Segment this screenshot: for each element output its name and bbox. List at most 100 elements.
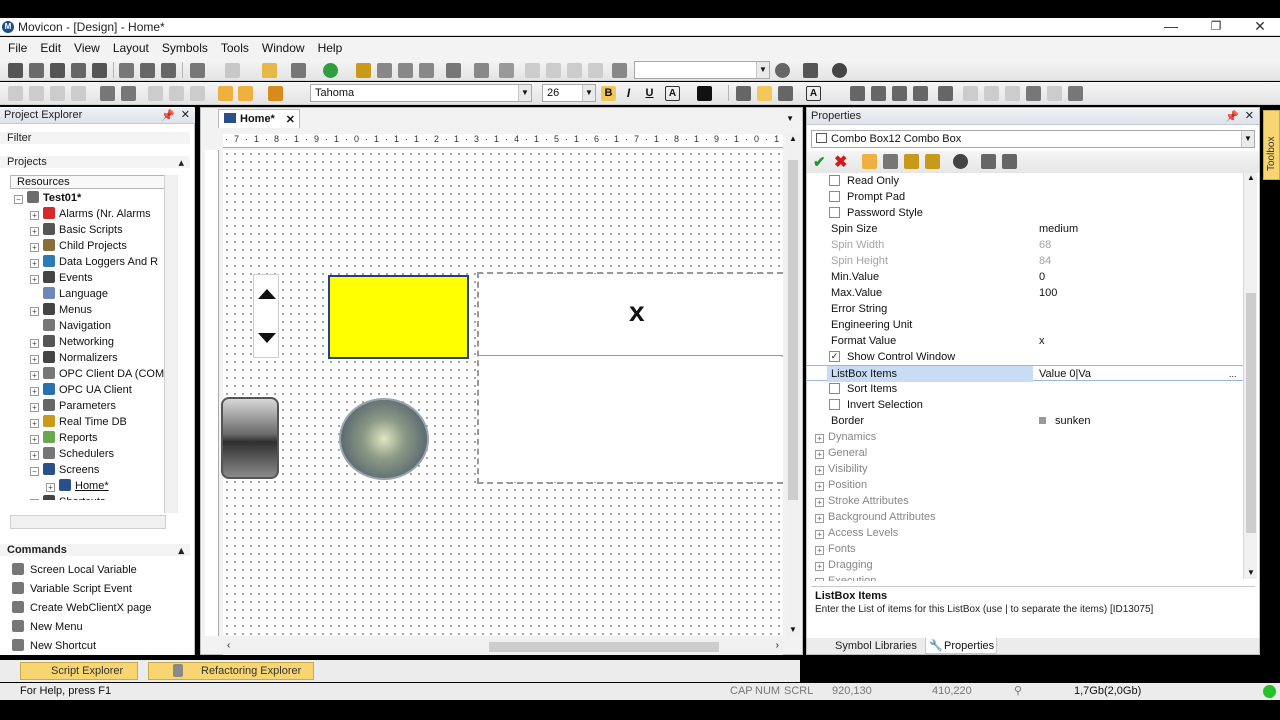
bold-button[interactable]: B <box>601 86 616 101</box>
expand-toggle-icon[interactable]: + <box>30 275 39 284</box>
cancel-x-icon[interactable]: ✖ <box>834 152 847 172</box>
search-icon[interactable] <box>775 63 790 78</box>
combo-box[interactable]: x <box>477 272 783 484</box>
flip-icon[interactable] <box>892 86 907 101</box>
group-icon[interactable] <box>100 86 115 101</box>
property-row[interactable]: Invert Selection <box>807 397 1245 413</box>
text-align-right-icon[interactable] <box>778 86 793 101</box>
filter-section[interactable]: Filter <box>0 132 190 144</box>
build-icon[interactable] <box>291 63 306 78</box>
canvas-horizontal-scrollbar[interactable]: ‹ › <box>223 639 783 655</box>
snap-icon[interactable] <box>238 86 253 101</box>
property-row[interactable]: Sort Items <box>807 381 1245 397</box>
tree-item[interactable]: + Reports <box>30 430 98 446</box>
yellow-rectangle[interactable] <box>328 275 469 359</box>
property-group[interactable]: + Position <box>815 477 867 493</box>
scroll-thumb[interactable] <box>1246 293 1256 533</box>
screen-icon[interactable] <box>474 63 489 78</box>
property-row[interactable]: Error String <box>807 301 1245 317</box>
property-checkbox[interactable] <box>829 383 840 394</box>
tree-item[interactable]: + Parameters <box>30 398 116 414</box>
command-item[interactable]: Variable Script Event <box>12 580 132 598</box>
chevron-down-icon[interactable]: ▼ <box>582 85 595 101</box>
expand-toggle-icon[interactable]: − <box>14 195 23 204</box>
save-icon[interactable] <box>50 63 65 78</box>
undo-icon[interactable] <box>190 63 205 78</box>
text-color-icon[interactable]: A <box>665 86 680 101</box>
property-group[interactable]: + Execution <box>815 573 876 581</box>
scroll-down-icon[interactable]: ▼ <box>1247 568 1255 577</box>
combo-box-value-area[interactable]: x <box>479 274 783 356</box>
tree-item[interactable]: + Alarms (Nr. Alarms <box>30 206 151 222</box>
property-group[interactable]: + Access Levels <box>815 525 898 541</box>
spin-control[interactable] <box>253 274 279 358</box>
text-align-left-icon[interactable] <box>736 86 751 101</box>
tree-horizontal-scrollbar[interactable] <box>10 515 166 529</box>
property-group[interactable]: + Visibility <box>815 461 868 477</box>
open-icon[interactable] <box>29 63 44 78</box>
property-group[interactable]: + Dynamics <box>815 429 876 445</box>
redo-icon[interactable] <box>225 63 240 78</box>
resources-header[interactable]: Resources <box>10 175 178 189</box>
property-checkbox[interactable] <box>829 175 840 186</box>
font-name-combo[interactable]: Tahoma ▼ <box>310 84 532 102</box>
new-project-icon[interactable] <box>8 63 23 78</box>
font-size-combo[interactable]: 26 ▼ <box>542 84 596 102</box>
cut-icon[interactable] <box>119 63 134 78</box>
save-all-icon[interactable] <box>71 63 86 78</box>
expand-toggle-icon[interactable]: + <box>815 482 824 491</box>
property-pages-icon[interactable] <box>904 154 919 169</box>
property-row[interactable]: Format Value x <box>807 333 1245 349</box>
expand-toggle-icon[interactable]: + <box>815 498 824 507</box>
tool-icon[interactable] <box>377 63 392 78</box>
expand-toggle-icon[interactable]: + <box>815 434 824 443</box>
close-button[interactable]: ✕ <box>1240 18 1280 36</box>
tree-item[interactable]: + Basic Scripts <box>30 222 123 238</box>
design-canvas[interactable]: x <box>221 150 783 636</box>
tree-item[interactable]: + Events <box>30 270 93 286</box>
property-row[interactable]: Min.Value 0 <box>807 269 1245 285</box>
ellipsis-button[interactable]: ... <box>1229 366 1237 382</box>
expand-toggle-icon[interactable]: + <box>30 451 39 460</box>
help-icon[interactable] <box>832 63 847 78</box>
property-row[interactable]: Prompt Pad <box>807 189 1245 205</box>
tree-vertical-scrollbar[interactable] <box>164 175 178 513</box>
rotate2-icon[interactable] <box>871 86 886 101</box>
comments-icon[interactable] <box>925 154 940 169</box>
expand-toggle-icon[interactable]: + <box>815 578 824 581</box>
expand-toggle-icon[interactable]: + <box>30 435 39 444</box>
categorized-icon[interactable] <box>862 154 877 169</box>
tree-item[interactable]: + OPC UA Client <box>30 382 132 398</box>
property-row[interactable]: Read Only <box>807 173 1245 189</box>
expand-toggle-icon[interactable]: + <box>30 307 39 316</box>
menu-window[interactable]: Window <box>254 37 310 55</box>
text-style-icon[interactable]: A <box>806 86 821 101</box>
close-icon[interactable]: ✕ <box>181 108 190 121</box>
commands-section[interactable]: Commands ▴ <box>0 544 190 557</box>
tree-item[interactable]: + Schedulers <box>30 446 114 462</box>
expand-toggle-icon[interactable]: − <box>30 467 39 476</box>
tag-icon[interactable] <box>446 63 461 78</box>
property-group[interactable]: + General <box>815 445 867 461</box>
property-checkbox[interactable] <box>829 399 840 410</box>
property-row[interactable]: Spin Size medium <box>807 221 1245 237</box>
led-indicator[interactable] <box>339 398 429 480</box>
arrow-up-icon[interactable] <box>1002 154 1017 169</box>
object-selector[interactable]: Combo Box12 Combo Box ▼ <box>811 130 1255 148</box>
expand-toggle-icon[interactable]: + <box>30 371 39 380</box>
command-item[interactable]: Screen Local Variable <box>12 561 137 579</box>
expand-toggle-icon[interactable]: + <box>30 355 39 364</box>
tab-symbol-libraries[interactable]: Symbol Libraries <box>817 639 925 654</box>
command-item[interactable]: New Shortcut <box>12 637 96 651</box>
scroll-left-icon[interactable]: ‹ <box>227 640 230 651</box>
expand-toggle-icon[interactable]: + <box>815 514 824 523</box>
tool6-icon[interactable] <box>1068 86 1083 101</box>
menu-tools[interactable]: Tools <box>213 37 254 55</box>
expand-toggle-icon[interactable]: + <box>30 403 39 412</box>
property-row[interactable]: Max.Value 100 <box>807 285 1245 301</box>
expand-toggle-icon[interactable]: + <box>30 211 39 220</box>
movicon-app-icon[interactable]: M <box>2 21 14 33</box>
toolbox-strip[interactable]: Toolbox <box>1263 110 1280 180</box>
print-icon[interactable] <box>803 63 818 78</box>
expand-toggle-icon[interactable]: + <box>30 339 39 348</box>
